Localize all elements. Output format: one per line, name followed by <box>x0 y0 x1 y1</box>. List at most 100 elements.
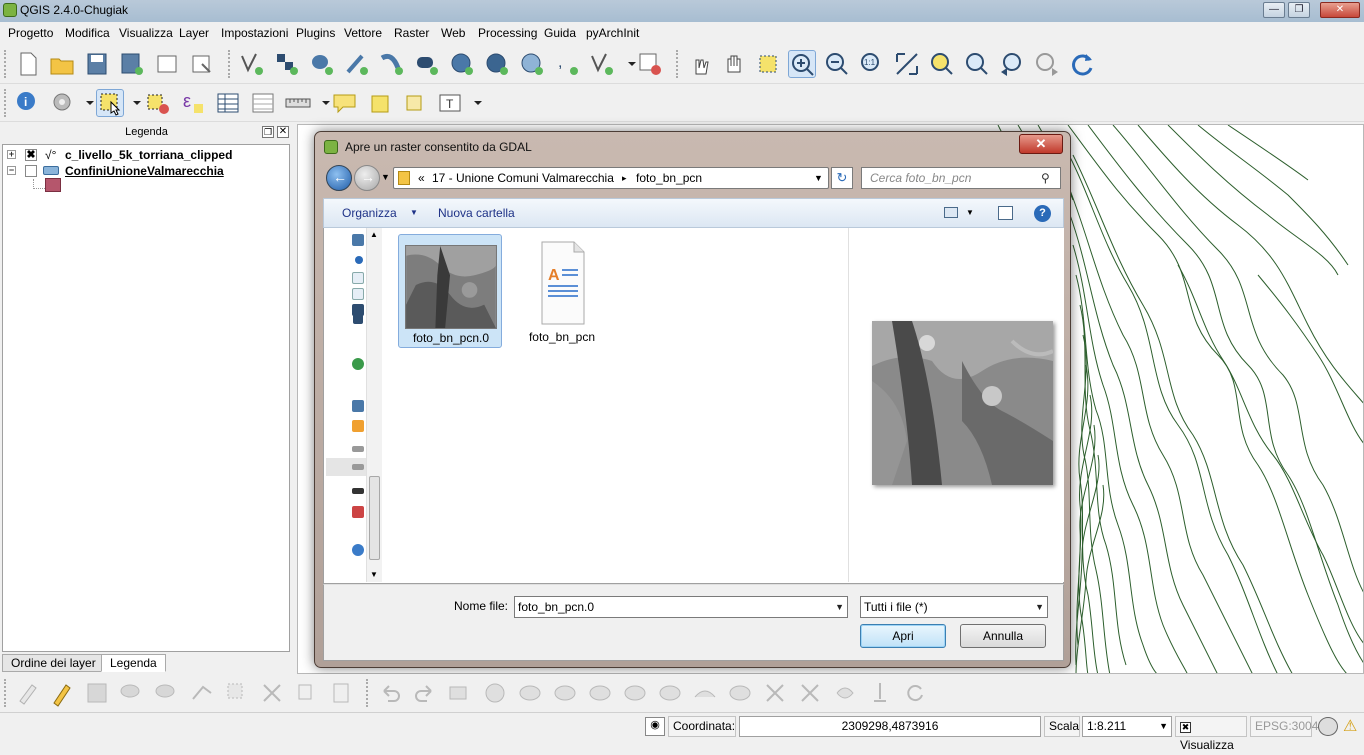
add-part-icon[interactable] <box>516 679 544 707</box>
layer-row[interactable]: − ConfiniUnioneValmarecchia <box>3 163 283 179</box>
view-mode-icon[interactable] <box>944 207 958 218</box>
toolbar-grip[interactable] <box>4 50 8 78</box>
coordinate-field[interactable]: 2309298,4873916 <box>739 716 1041 737</box>
network-icon[interactable] <box>352 544 364 556</box>
pictures-icon[interactable] <box>352 288 364 300</box>
layer-name[interactable]: c_livello_5k_torriana_clipped <box>65 147 232 163</box>
add-feature-icon[interactable] <box>118 679 146 707</box>
render-toggle[interactable]: ✖ Visualizza <box>1175 716 1247 752</box>
filetype-select[interactable]: Tutti i file (*) ▼ <box>860 596 1048 618</box>
breadcrumb-separator[interactable]: ▸ <box>622 168 627 188</box>
zoom-to-layer-icon[interactable] <box>963 50 991 78</box>
scroll-up-icon[interactable]: ▲ <box>370 230 378 239</box>
back-button[interactable]: ← <box>326 165 352 191</box>
refresh-folder-button[interactable]: ↻ <box>831 167 853 189</box>
drive-icon[interactable] <box>352 464 364 470</box>
render-checkbox[interactable]: ✖ <box>1180 722 1191 733</box>
new-print-composer-icon[interactable] <box>153 50 181 78</box>
warning-icon[interactable]: ⚠ <box>1343 716 1357 736</box>
node-tool-icon[interactable] <box>188 679 216 707</box>
undock-icon[interactable]: ❐ <box>262 126 274 138</box>
toolbar-grip[interactable] <box>4 89 8 117</box>
new-shapefile-layer-icon[interactable] <box>588 50 616 78</box>
zoom-in-icon[interactable] <box>788 50 816 78</box>
undo-icon[interactable] <box>376 679 404 707</box>
text-annotation-icon[interactable]: T <box>436 89 464 117</box>
chevron-down-icon[interactable] <box>464 89 482 117</box>
rotate-point-symbols-icon[interactable] <box>866 679 894 707</box>
crs-status[interactable]: EPSG:3004 <box>1250 716 1318 737</box>
organize-menu[interactable]: Organizza <box>342 206 397 220</box>
navigation-scrollbar[interactable]: ▲ ▼ <box>366 228 382 582</box>
zoom-out-icon[interactable] <box>823 50 851 78</box>
add-ring-icon[interactable] <box>481 679 509 707</box>
layer-visibility-checkbox[interactable]: ✖ <box>25 149 37 161</box>
menu-guida[interactable]: Guida <box>544 26 576 40</box>
chevron-down-icon[interactable]: ▼ <box>814 168 823 188</box>
move-feature-icon[interactable] <box>153 679 181 707</box>
zoom-full-icon[interactable] <box>893 50 921 78</box>
minimize-button[interactable]: — <box>1263 2 1285 18</box>
chevron-down-icon[interactable]: ▼ <box>1035 597 1044 617</box>
merge-attributes-icon[interactable] <box>831 679 859 707</box>
expand-icon[interactable]: + <box>7 150 16 159</box>
file-item[interactable]: A foto_bn_pcn <box>510 234 614 348</box>
desktop-icon[interactable] <box>352 234 364 246</box>
run-feature-action-icon[interactable] <box>49 89 77 117</box>
zoom-next-icon[interactable] <box>1033 50 1061 78</box>
menu-pyarchinit[interactable]: pyArchInit <box>586 26 639 40</box>
search-input[interactable]: Cerca foto_bn_pcn <box>861 167 1061 189</box>
network-drive-icon[interactable] <box>352 506 364 518</box>
forward-button[interactable]: → <box>354 165 380 191</box>
menu-layer[interactable]: Layer <box>179 26 209 40</box>
menu-progetto[interactable]: Progetto <box>8 26 53 40</box>
local-disk-icon[interactable] <box>352 420 364 432</box>
menu-web[interactable]: Web <box>441 26 465 40</box>
homegroup-icon[interactable] <box>352 358 364 370</box>
chevron-down-icon[interactable]: ▼ <box>1159 717 1168 736</box>
documents-icon[interactable] <box>352 272 364 284</box>
deselect-features-icon[interactable] <box>144 89 172 117</box>
composer-manager-icon[interactable] <box>188 50 216 78</box>
statistical-summary-icon[interactable] <box>249 89 277 117</box>
show-bookmarks-icon[interactable] <box>401 89 429 117</box>
select-features-icon[interactable] <box>96 89 124 117</box>
cancel-button[interactable]: Annulla <box>960 624 1046 648</box>
toggle-extents-icon[interactable]: ◉ <box>645 717 665 736</box>
save-as-icon[interactable] <box>118 50 146 78</box>
reshape-features-icon[interactable] <box>656 679 684 707</box>
remove-layer-icon[interactable] <box>636 50 664 78</box>
search-icon[interactable]: ⚲ <box>1041 171 1050 185</box>
menu-impostazioni[interactable]: Impostazioni <box>221 26 288 40</box>
delete-selected-icon[interactable] <box>223 679 251 707</box>
add-mssql-layer-icon[interactable] <box>378 50 406 78</box>
chevron-down-icon[interactable]: ▼ <box>966 208 974 217</box>
chevron-down-icon[interactable] <box>76 89 94 117</box>
downloads-icon[interactable] <box>355 256 363 264</box>
file-item[interactable]: foto_bn_pcn.0 <box>398 234 502 348</box>
chevron-down-icon[interactable] <box>312 89 330 117</box>
tab-layer-order[interactable]: Ordine dei layer <box>2 654 105 672</box>
new-bookmark-icon[interactable] <box>366 89 394 117</box>
split-features-icon[interactable] <box>726 679 754 707</box>
scroll-down-icon[interactable]: ▼ <box>370 570 378 579</box>
toolbar-grip[interactable] <box>4 679 8 707</box>
split-parts-icon[interactable] <box>761 679 789 707</box>
add-vector-layer-icon[interactable] <box>238 50 266 78</box>
add-raster-layer-icon[interactable] <box>273 50 301 78</box>
open-button[interactable]: Apri <box>860 624 946 648</box>
chevron-down-icon[interactable] <box>618 50 636 78</box>
add-oracle-layer-icon[interactable] <box>413 50 441 78</box>
add-wms-layer-icon[interactable] <box>448 50 476 78</box>
zoom-to-selection-icon[interactable] <box>928 50 956 78</box>
close-panel-icon[interactable]: ✕ <box>277 126 289 138</box>
toggle-editing-icon[interactable] <box>48 679 76 707</box>
map-tips-icon[interactable] <box>331 89 359 117</box>
toolbar-grip[interactable] <box>366 679 370 707</box>
preview-pane-icon[interactable] <box>998 206 1013 220</box>
filename-input[interactable]: foto_bn_pcn.0 ▼ <box>514 596 848 618</box>
offset-curve-icon[interactable] <box>691 679 719 707</box>
zoom-last-icon[interactable] <box>998 50 1026 78</box>
delete-ring-icon[interactable] <box>586 679 614 707</box>
new-folder-button[interactable]: Nuova cartella <box>438 206 515 220</box>
